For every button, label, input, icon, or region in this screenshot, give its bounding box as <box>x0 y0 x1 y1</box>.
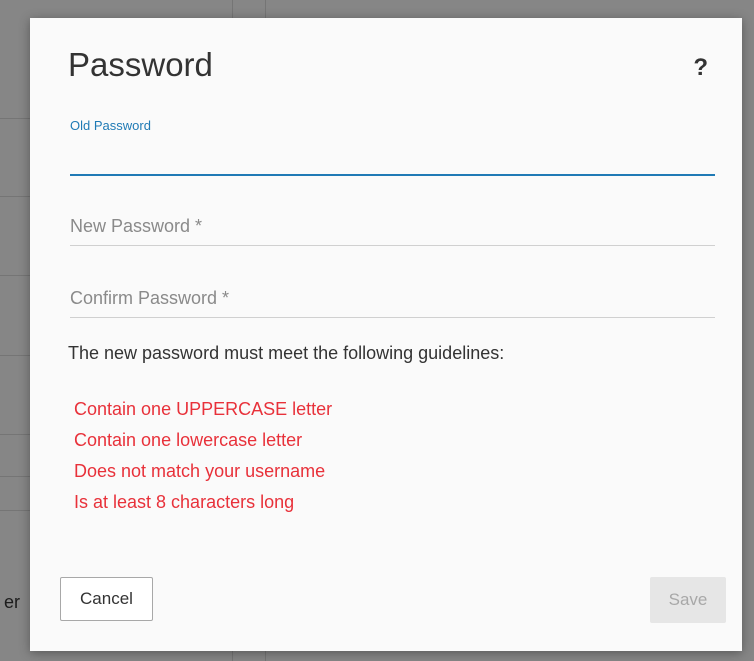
help-icon[interactable]: ? <box>693 54 708 82</box>
old-password-field: Old Password <box>70 118 715 176</box>
new-password-input[interactable] <box>70 220 715 246</box>
guideline-item: Contain one lowercase letter <box>74 430 303 450</box>
confirm-password-underline <box>70 317 715 318</box>
old-password-label: Old Password <box>70 118 151 133</box>
old-password-input[interactable] <box>70 150 715 176</box>
dialog-title: Password <box>68 46 213 83</box>
guideline-item: Contain one UPPERCASE letter <box>74 399 333 419</box>
save-button[interactable]: Save <box>650 577 726 623</box>
confirm-password-field: Confirm Password * <box>70 280 715 318</box>
cancel-button[interactable]: Cancel <box>60 577 153 621</box>
guidelines-list: Contain one UPPERCASE letter Contain one… <box>74 394 332 518</box>
confirm-password-input[interactable] <box>70 292 715 318</box>
guideline-item: Does not match your username <box>74 461 326 481</box>
new-password-field: New Password * <box>70 208 715 246</box>
guideline-item: Is at least 8 characters long <box>74 492 295 512</box>
guidelines-intro: The new password must meet the following… <box>68 343 505 363</box>
new-password-underline <box>70 245 715 246</box>
password-dialog: Password ? Old Password New Password * C… <box>30 18 742 651</box>
old-password-underline <box>70 174 715 176</box>
